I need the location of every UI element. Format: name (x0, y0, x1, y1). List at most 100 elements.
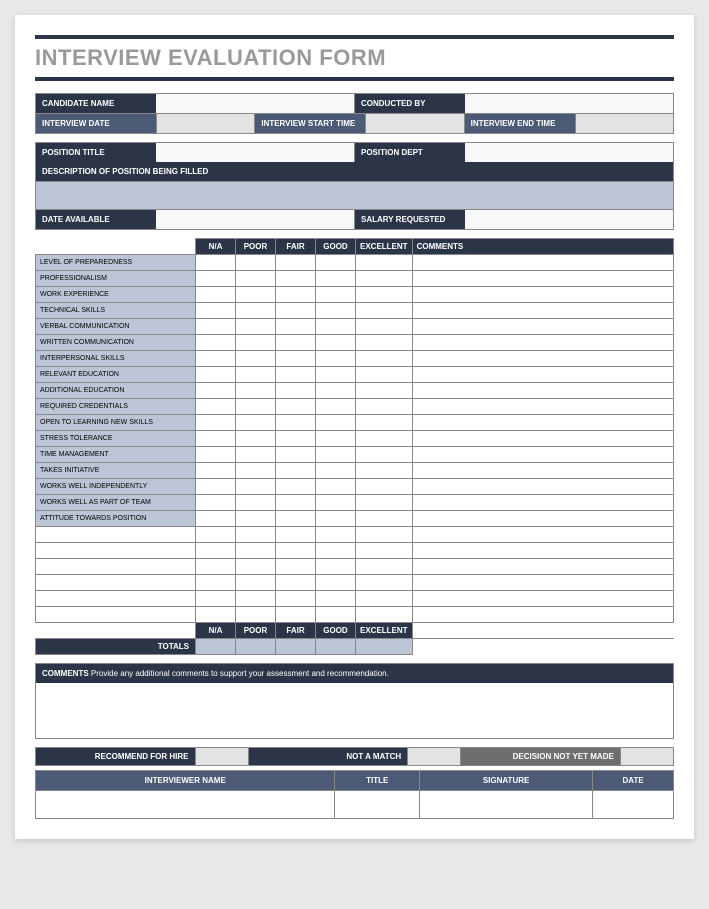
rating-na[interactable] (196, 287, 236, 303)
rating-comments[interactable] (412, 367, 673, 383)
rating-excellent[interactable] (356, 367, 413, 383)
rating-na[interactable] (196, 351, 236, 367)
rating-comments[interactable] (412, 287, 673, 303)
sig-name-field[interactable] (36, 791, 335, 819)
rating-excellent[interactable] (356, 271, 413, 287)
rating-good[interactable] (316, 319, 356, 335)
rating-poor[interactable] (236, 367, 276, 383)
rating-na[interactable] (196, 399, 236, 415)
rating-comments[interactable] (412, 447, 673, 463)
rating-na[interactable] (196, 303, 236, 319)
rating-poor[interactable] (236, 415, 276, 431)
rating-comments[interactable] (412, 255, 673, 271)
sig-title-field[interactable] (335, 791, 420, 819)
rating-na[interactable] (196, 431, 236, 447)
rating-na[interactable] (196, 415, 236, 431)
interview-date-field[interactable] (157, 114, 254, 133)
rating-na[interactable] (196, 319, 236, 335)
rating-comments[interactable] (412, 463, 673, 479)
criteria-blank[interactable] (36, 527, 196, 543)
rating-comments[interactable] (412, 351, 673, 367)
rating-na[interactable] (196, 271, 236, 287)
rating-fair[interactable] (276, 351, 316, 367)
description-field[interactable] (36, 181, 673, 209)
rating-fair[interactable] (276, 367, 316, 383)
criteria-blank[interactable] (36, 591, 196, 607)
rating-excellent[interactable] (356, 351, 413, 367)
rating-poor[interactable] (236, 431, 276, 447)
totals-excellent[interactable] (356, 639, 413, 655)
rating-good[interactable] (316, 431, 356, 447)
totals-na[interactable] (196, 639, 236, 655)
rating-excellent[interactable] (356, 303, 413, 319)
rating-comments[interactable] (412, 495, 673, 511)
rating-fair[interactable] (276, 383, 316, 399)
rating-excellent[interactable] (356, 383, 413, 399)
rating-good[interactable] (316, 351, 356, 367)
rating-excellent[interactable] (356, 511, 413, 527)
sig-date-field[interactable] (593, 791, 674, 819)
undecided-check[interactable] (620, 748, 673, 766)
rating-good[interactable] (316, 399, 356, 415)
rating-comments[interactable] (412, 319, 673, 335)
rating-fair[interactable] (276, 271, 316, 287)
criteria-blank[interactable] (36, 543, 196, 559)
rating-na[interactable] (196, 447, 236, 463)
rating-comments[interactable] (412, 271, 673, 287)
end-time-field[interactable] (576, 114, 673, 133)
rating-poor[interactable] (236, 351, 276, 367)
rating-fair[interactable] (276, 431, 316, 447)
rating-poor[interactable] (236, 271, 276, 287)
rating-comments[interactable] (412, 415, 673, 431)
rating-excellent[interactable] (356, 479, 413, 495)
rating-excellent[interactable] (356, 319, 413, 335)
rating-fair[interactable] (276, 255, 316, 271)
rating-good[interactable] (316, 479, 356, 495)
rating-good[interactable] (316, 463, 356, 479)
rating-good[interactable] (316, 511, 356, 527)
rating-excellent[interactable] (356, 287, 413, 303)
rating-excellent[interactable] (356, 431, 413, 447)
rating-good[interactable] (316, 335, 356, 351)
rating-good[interactable] (316, 383, 356, 399)
totals-fair[interactable] (276, 639, 316, 655)
rating-poor[interactable] (236, 255, 276, 271)
rating-comments[interactable] (412, 303, 673, 319)
rating-fair[interactable] (276, 287, 316, 303)
rating-fair[interactable] (276, 303, 316, 319)
not-match-check[interactable] (408, 748, 461, 766)
rating-comments[interactable] (412, 383, 673, 399)
rating-good[interactable] (316, 287, 356, 303)
rating-comments[interactable] (412, 431, 673, 447)
rating-fair[interactable] (276, 415, 316, 431)
rating-good[interactable] (316, 303, 356, 319)
position-dept-field[interactable] (465, 143, 673, 162)
rating-na[interactable] (196, 495, 236, 511)
rating-excellent[interactable] (356, 399, 413, 415)
recommend-hire-check[interactable] (195, 748, 248, 766)
rating-good[interactable] (316, 495, 356, 511)
rating-excellent[interactable] (356, 463, 413, 479)
rating-poor[interactable] (236, 335, 276, 351)
rating-poor[interactable] (236, 495, 276, 511)
criteria-blank[interactable] (36, 575, 196, 591)
position-title-field[interactable] (156, 143, 354, 162)
rating-comments[interactable] (412, 399, 673, 415)
rating-na[interactable] (196, 463, 236, 479)
comments-field[interactable] (36, 683, 673, 738)
rating-excellent[interactable] (356, 495, 413, 511)
rating-excellent[interactable] (356, 447, 413, 463)
rating-good[interactable] (316, 367, 356, 383)
rating-comments[interactable] (412, 335, 673, 351)
rating-fair[interactable] (276, 495, 316, 511)
rating-excellent[interactable] (356, 255, 413, 271)
rating-poor[interactable] (236, 511, 276, 527)
rating-poor[interactable] (236, 399, 276, 415)
rating-fair[interactable] (276, 447, 316, 463)
rating-comments[interactable] (412, 479, 673, 495)
rating-na[interactable] (196, 479, 236, 495)
rating-na[interactable] (196, 255, 236, 271)
salary-requested-field[interactable] (465, 210, 673, 229)
sig-signature-field[interactable] (420, 791, 593, 819)
rating-na[interactable] (196, 335, 236, 351)
